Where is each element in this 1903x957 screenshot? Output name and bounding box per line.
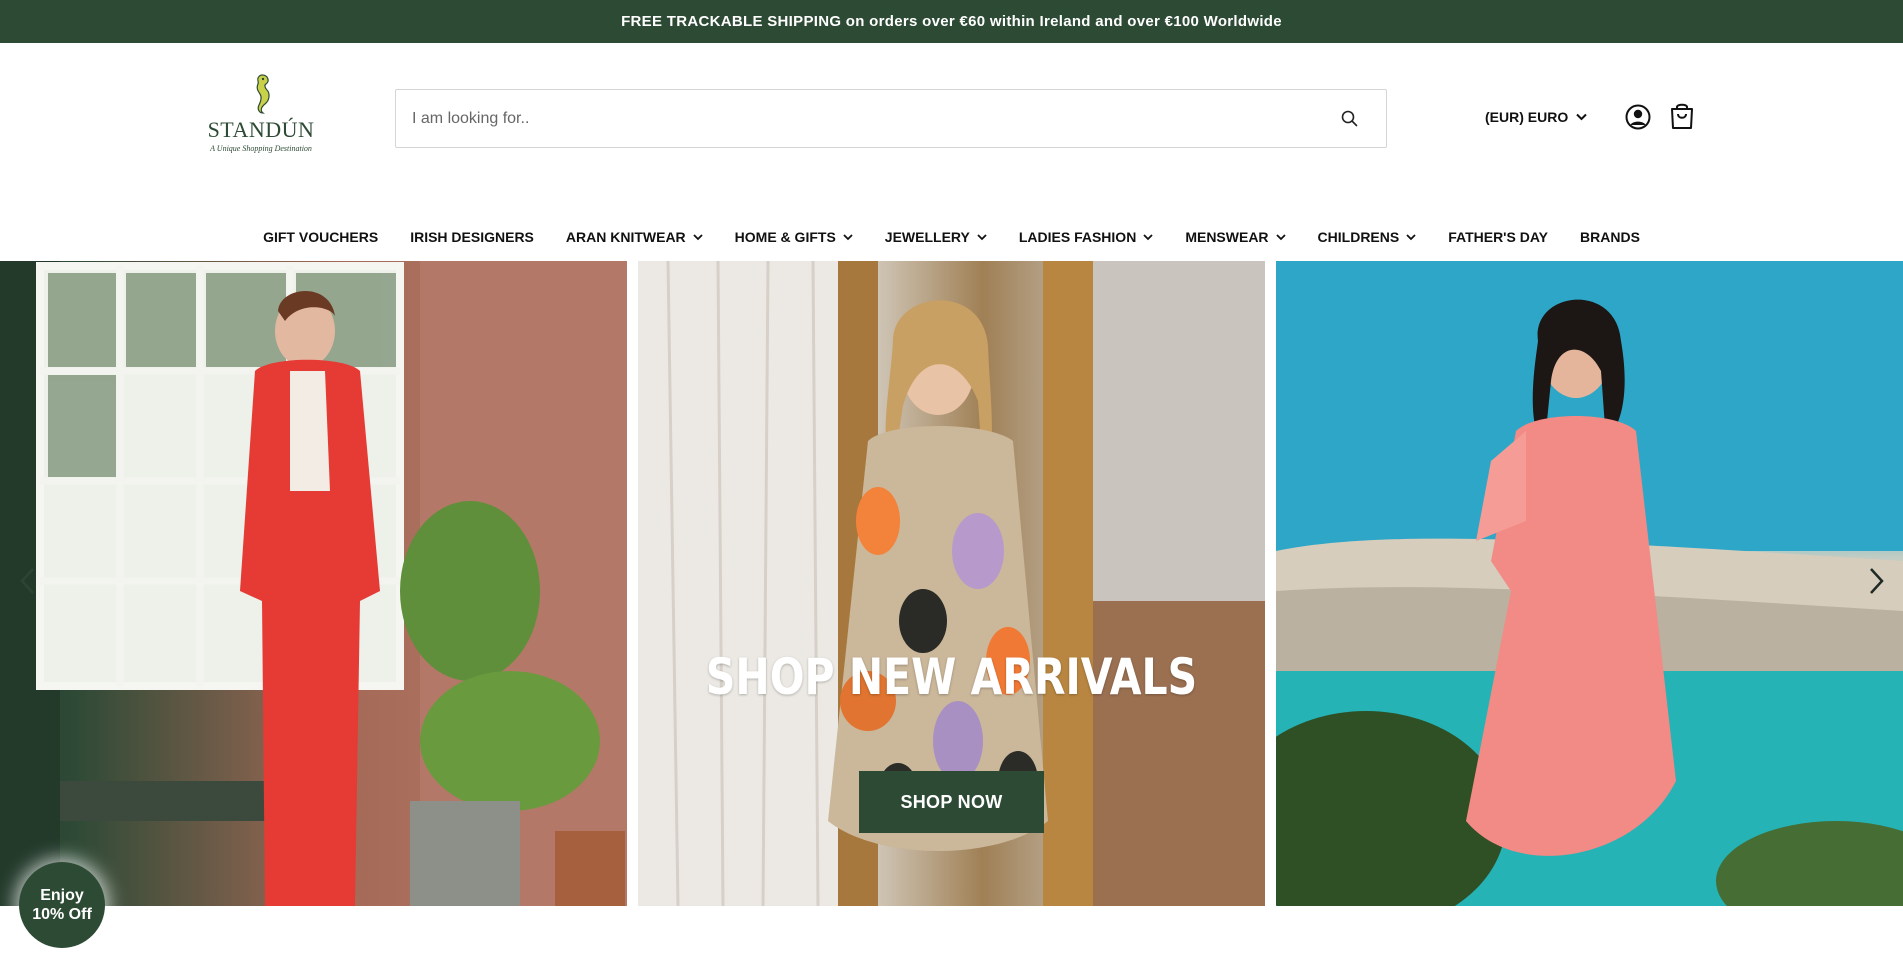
main-nav: GIFT VOUCHERS IRISH DESIGNERS ARAN KNITW…: [0, 219, 1903, 255]
nav-item-ladies-fashion[interactable]: LADIES FASHION: [1003, 229, 1169, 245]
promo-line-2: 10% Off: [32, 906, 92, 923]
discount-popup-badge[interactable]: Enjoy 10% Off: [19, 862, 105, 948]
carousel-prev-button[interactable]: [12, 561, 42, 601]
nav-item-label: IRISH DESIGNERS: [410, 229, 534, 245]
nav-item-menswear[interactable]: MENSWEAR: [1169, 229, 1301, 245]
nav-item-label: BRANDS: [1580, 229, 1640, 245]
nav-item-label: HOME & GIFTS: [734, 229, 836, 245]
site-logo[interactable]: STANDÚN A Unique Shopping Destination: [205, 73, 317, 168]
bag-icon[interactable]: [1669, 102, 1695, 130]
search-bar: [395, 89, 1387, 148]
hero-carousel: SHOP NEW ARRIVALS SHOP NOW: [0, 261, 1903, 906]
nav-item-jewellery[interactable]: JEWELLERY: [869, 229, 1003, 245]
nav-item-label: ARAN KNITWEAR: [565, 229, 686, 245]
hero-photo-1: [0, 261, 627, 906]
nav-item-label: FATHER'S DAY: [1448, 229, 1549, 245]
search-input[interactable]: [396, 90, 1324, 147]
user-icon[interactable]: [1625, 104, 1651, 130]
hero-image-red-suit[interactable]: [0, 261, 627, 906]
chevron-down-icon: [1576, 113, 1587, 121]
seahorse-icon: [256, 74, 270, 114]
hero-image-pink-dress[interactable]: [1276, 261, 1903, 906]
nav-item-label: JEWELLERY: [884, 229, 970, 245]
nav-item-home-gifts[interactable]: HOME & GIFTS: [719, 229, 869, 245]
chevron-down-icon: [977, 234, 987, 241]
nav-item-gift-vouchers[interactable]: GIFT VOUCHERS: [247, 229, 394, 245]
nav-item-brands[interactable]: BRANDS: [1564, 229, 1656, 245]
logo-tagline: A Unique Shopping Destination: [210, 144, 312, 153]
nav-item-irish-designers[interactable]: IRISH DESIGNERS: [394, 229, 550, 245]
announcement-bar: FREE TRACKABLE SHIPPING on orders over €…: [0, 0, 1903, 43]
nav-item-childrens[interactable]: CHILDRENS: [1302, 229, 1433, 245]
promo-line-1: Enjoy: [40, 887, 84, 904]
chevron-down-icon: [693, 234, 703, 241]
currency-selector[interactable]: (EUR) EURO: [1485, 109, 1587, 125]
chevron-down-icon: [1143, 234, 1153, 241]
nav-item-fathers-day[interactable]: FATHER'S DAY: [1432, 229, 1564, 245]
carousel-next-button[interactable]: [1862, 561, 1892, 601]
announcement-text: FREE TRACKABLE SHIPPING on orders over €…: [621, 13, 1282, 30]
shop-now-button[interactable]: SHOP NOW: [859, 771, 1044, 833]
chevron-down-icon: [1406, 234, 1416, 241]
currency-label: (EUR) EURO: [1485, 109, 1569, 125]
chevron-right-icon: [1870, 568, 1884, 594]
nav-item-aran-knitwear[interactable]: ARAN KNITWEAR: [550, 229, 719, 245]
nav-item-label: MENSWEAR: [1185, 229, 1269, 245]
chevron-left-icon: [20, 568, 34, 594]
nav-item-label: LADIES FASHION: [1018, 229, 1137, 245]
nav-item-label: CHILDRENS: [1317, 229, 1400, 245]
chevron-down-icon: [843, 234, 853, 241]
logo-name: STANDÚN: [207, 117, 315, 142]
nav-item-label: GIFT VOUCHERS: [263, 229, 379, 245]
search-icon[interactable]: [1324, 90, 1374, 147]
hero-title: SHOP NEW ARRIVALS: [705, 648, 1198, 706]
site-header: STANDÚN A Unique Shopping Destination (E…: [0, 43, 1903, 261]
hero-photo-3: [1276, 261, 1903, 906]
chevron-down-icon: [1275, 234, 1286, 241]
